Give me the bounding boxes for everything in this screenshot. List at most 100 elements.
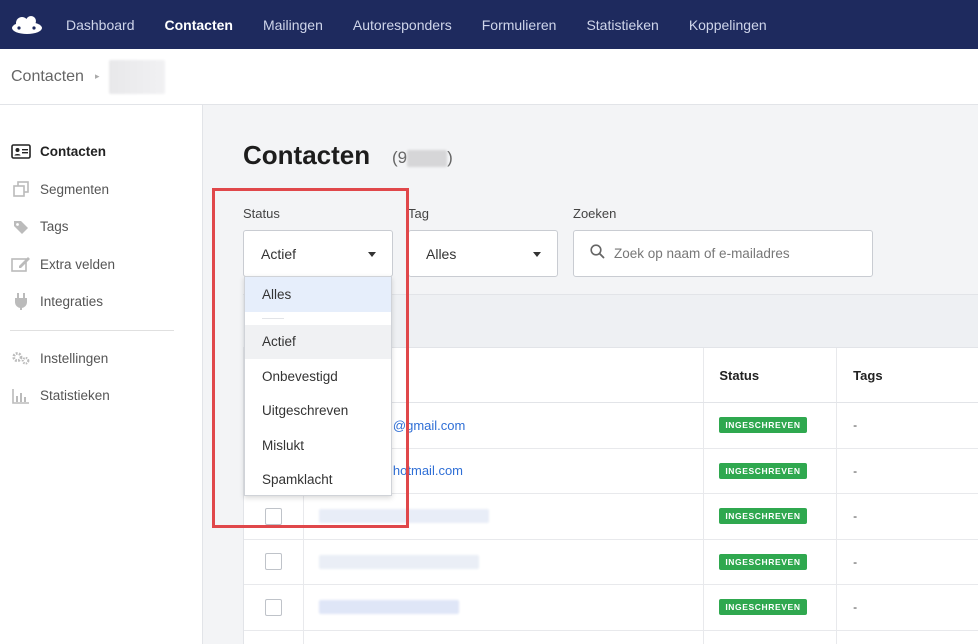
breadcrumb-redacted [109, 59, 166, 94]
top-navigation: Dashboard Contacten Mailingen Autorespon… [0, 0, 978, 49]
dropdown-option-uitgeschreven[interactable]: Uitgeschreven [245, 394, 391, 429]
nav-autoresponders[interactable]: Autoresponders [353, 17, 452, 33]
status-badge: INGESCHREVEN [719, 599, 807, 616]
dropdown-option-mislukt[interactable]: Mislukt [245, 428, 391, 463]
sidebar-item-tags[interactable]: Tags [0, 208, 202, 246]
table-row[interactable]: INGESCHREVEN - [244, 494, 978, 540]
row-check-cell [244, 585, 304, 630]
sidebar-item-label: Segmenten [40, 181, 110, 197]
sidebar-item-label: Instellingen [40, 350, 109, 366]
tag-icon [11, 219, 31, 235]
status-badge: INGESCHREVEN [719, 417, 807, 434]
row-email-cell [304, 630, 705, 644]
header-status[interactable]: Status [704, 348, 838, 402]
sidebar-item-label: Integraties [40, 294, 104, 310]
edit-fields-icon [11, 256, 31, 273]
status-badge: INGESCHREVEN [719, 508, 807, 525]
tag-select[interactable]: Alles [408, 230, 558, 277]
contact-count-open: (9 [392, 148, 408, 167]
row-check-cell [244, 630, 304, 644]
table-row[interactable]: INGESCHREVEN - [244, 585, 978, 631]
contact-count-close: ) [447, 148, 453, 167]
row-email-redacted [318, 509, 489, 524]
sidebar-item-label: Extra velden [40, 256, 116, 272]
sidebar-item-label: Statistieken [40, 388, 110, 404]
sidebar-item-statistieken[interactable]: Statistieken [0, 377, 202, 415]
row-email-cell [304, 539, 705, 584]
row-status-cell: INGESCHREVEN [704, 585, 838, 630]
status-filter-label: Status [243, 206, 280, 221]
contact-count-redacted [407, 149, 448, 167]
status-badge: INGESCHREVEN [719, 462, 807, 479]
row-email-cell [304, 585, 705, 630]
sidebar-divider [10, 329, 174, 331]
row-email-link[interactable]: @gmail.com [393, 418, 465, 433]
row-email-cell [304, 494, 705, 539]
segments-icon [11, 181, 31, 198]
sidebar-item-label: Contacten [40, 144, 107, 160]
nav-dashboard[interactable]: Dashboard [66, 17, 135, 33]
bar-chart-icon [11, 388, 31, 404]
dropdown-option-onbevestigd[interactable]: Onbevestigd [245, 359, 391, 394]
dropdown-option-actief[interactable]: Actief [245, 324, 391, 359]
row-tags: - [853, 600, 858, 615]
row-tags-cell: - [837, 540, 978, 585]
row-email-link[interactable]: hotmail.com [393, 463, 463, 478]
sidebar-item-integraties[interactable]: Integraties [0, 283, 202, 321]
row-status-cell: INGESCHREVEN [704, 448, 838, 493]
row-tags-cell: - [837, 494, 978, 539]
search-label: Zoeken [573, 206, 617, 221]
nav-contacten[interactable]: Contacten [165, 17, 233, 33]
nav-mailingen[interactable]: Mailingen [263, 17, 323, 33]
status-select-value: Actief [261, 245, 297, 262]
contact-card-icon [11, 144, 31, 160]
nav-statistieken[interactable]: Statistieken [586, 17, 658, 33]
row-status-cell: INGESCHREVEN [704, 494, 838, 539]
sidebar-item-label: Tags [40, 219, 69, 235]
table-row[interactable]: INGESCHREVEN - [244, 539, 978, 585]
row-tags-cell: - [837, 585, 978, 630]
sidebar-item-segmenten[interactable]: Segmenten [0, 171, 202, 209]
row-status-cell: INGESCHREVEN [704, 403, 838, 448]
cloud-logo-icon[interactable] [10, 15, 44, 35]
breadcrumb-root[interactable]: Contacten [11, 68, 84, 86]
breadcrumb-separator-icon: ▸ [94, 71, 100, 81]
tag-select-value: Alles [426, 245, 457, 262]
contact-count: (9 ) [392, 148, 453, 168]
row-tags: - [853, 554, 858, 569]
status-badge: INGESCHREVEN [719, 553, 807, 570]
chevron-down-icon [368, 252, 376, 257]
sidebar-item-contacten[interactable]: Contacten [0, 133, 202, 171]
row-checkbox[interactable] [264, 553, 282, 571]
row-tags-cell [837, 631, 978, 644]
row-tags: - [853, 418, 858, 433]
search-field[interactable] [573, 230, 873, 277]
row-email-redacted [318, 554, 479, 569]
nav-formulieren[interactable]: Formulieren [482, 17, 557, 33]
sidebar-item-instellingen[interactable]: Instellingen [0, 340, 202, 378]
row-status-cell [704, 630, 838, 644]
search-icon [590, 243, 605, 264]
page-title: Contacten [243, 140, 371, 170]
row-tags: - [853, 463, 858, 478]
row-tags-cell: - [837, 449, 978, 494]
row-checkbox[interactable] [264, 598, 282, 616]
gears-icon [11, 350, 31, 366]
nav-koppelingen[interactable]: Koppelingen [689, 17, 767, 33]
dropdown-option-alles[interactable]: Alles [245, 277, 391, 312]
status-select[interactable]: Actief [243, 230, 393, 277]
sidebar: Contacten Segmenten Tags Extra velden In… [0, 105, 203, 644]
search-input[interactable] [614, 246, 854, 261]
row-email-redacted [318, 600, 459, 615]
dropdown-option-spamklacht[interactable]: Spamklacht [245, 463, 391, 498]
breadcrumb: Contacten ▸ [0, 49, 978, 105]
dropdown-separator [245, 312, 391, 325]
row-tags-cell: - [837, 403, 978, 448]
sidebar-item-extra-velden[interactable]: Extra velden [0, 246, 202, 284]
row-check-cell [244, 494, 304, 539]
plug-icon [11, 293, 31, 311]
row-checkbox[interactable] [264, 507, 282, 525]
header-tags[interactable]: Tags [837, 348, 978, 402]
table-row [244, 630, 978, 644]
status-dropdown-menu: Alles Actief Onbevestigd Uitgeschreven M… [244, 276, 392, 496]
